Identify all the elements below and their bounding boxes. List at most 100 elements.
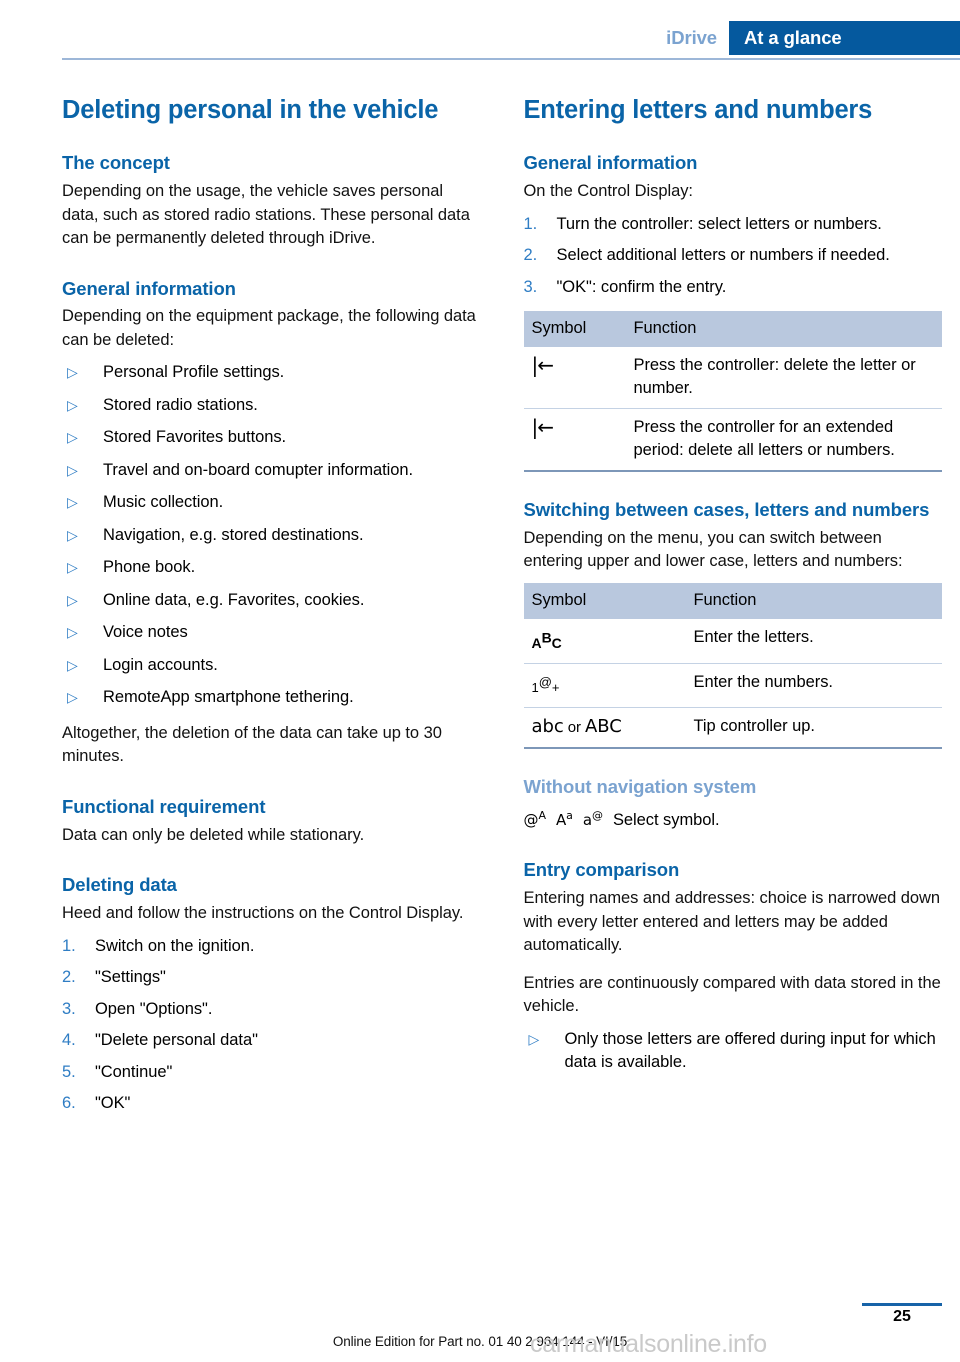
paragraph-entry-2: Entries are continuously compared with d… [523, 973, 941, 1016]
step-label: Open "Options". [95, 999, 213, 1018]
triangle-bullet-icon: ▷ [67, 429, 78, 446]
triangle-bullet-icon: ▷ [67, 461, 78, 478]
list-item: 5. "Continue" [62, 1061, 481, 1085]
paragraph-deleting: Heed and follow the instructions on the … [62, 904, 464, 923]
step-number: 2. [523, 246, 538, 265]
table-header-row: Symbol Function [523, 311, 942, 348]
list-item-label: Phone book. [103, 558, 196, 577]
triangle-bullet-icon: ▷ [67, 396, 78, 413]
step-number: 3. [523, 277, 538, 296]
table-row: |← Press the controller for an extended … [523, 408, 942, 473]
online-edition-notice: Online Edition for Part no. 01 40 2 964 … [332, 1334, 628, 1349]
column-header-function: Function [685, 582, 942, 619]
triangle-bullet-icon: ▷ [67, 689, 78, 706]
list-item-label: RemoteApp smartphone tethering. [103, 688, 354, 707]
left-page-title: Deleting personal in the vehicle [62, 96, 439, 124]
delete-symbols-table: Symbol Function |← Press the controller:… [523, 311, 942, 473]
case-toggle-icon: abc or ABC [523, 707, 686, 749]
step-label: "Continue" [95, 1062, 173, 1081]
or-separator: or [567, 718, 581, 736]
list-item: 2. Select additional letters or numbers i… [524, 244, 943, 268]
at-uppercase-icon: @A [523, 808, 546, 829]
step-number: 1. [523, 214, 538, 233]
table-header-row: Symbol Function [523, 582, 942, 619]
entering-steps-list: 1. Turn the controller: select letters or… [524, 213, 943, 300]
step-label: Switch on the ignition. [95, 936, 255, 955]
table-row: |← Press the controller: delete the lett… [523, 347, 942, 410]
list-item: 1. Switch on the ignition. [62, 935, 481, 959]
triangle-bullet-icon: ▷ [67, 364, 78, 381]
heading-switching-cases: Switching between cases, letters and num… [523, 499, 930, 521]
step-label: "Delete personal data" [95, 1031, 258, 1050]
heading-general-information-left: General information [62, 277, 236, 299]
step-label: "OK": confirm the entry. [556, 277, 727, 296]
triangle-bullet-icon: ▷ [67, 624, 78, 641]
list-item-label: Login accounts. [103, 655, 218, 674]
right-page-title: Entering letters and numbers [523, 96, 873, 124]
paragraph-concept: Depending on the usage, the vehicle save… [62, 182, 470, 248]
step-label: "OK" [95, 1094, 131, 1113]
table-row: ABC Enter the letters. [523, 618, 942, 664]
triangle-bullet-icon: ▷ [67, 526, 78, 543]
list-item: 6. "OK" [62, 1092, 481, 1116]
list-item: ▷ Travel and on-board comupter informatio… [62, 459, 481, 483]
list-item: ▷ Phone book. [62, 556, 481, 580]
list-item: ▷ Music collection. [62, 491, 481, 515]
heading-deleting-data: Deleting data [62, 874, 177, 896]
uppercase-lowercase-icon: Aa [555, 808, 573, 829]
heading-general-information-right: General information [523, 152, 698, 174]
list-item: ▷ Login accounts. [62, 654, 481, 678]
column-header-function: Function [625, 311, 942, 348]
backspace-icon: |← [523, 408, 626, 473]
case-symbols-table: Symbol Function ABC Enter the letters. 1… [523, 582, 942, 749]
list-item: 2. "Settings" [62, 966, 481, 990]
triangle-bullet-icon: ▷ [528, 1030, 540, 1047]
list-item-label: Travel and on-board comupter information… [103, 460, 414, 479]
list-item: ▷ Personal Profile settings. [62, 361, 481, 385]
heading-without-navigation: Without navigation system [523, 775, 757, 797]
lowercase-at-icon: a@ [582, 808, 603, 829]
step-label: Turn the controller: select letters or n… [556, 214, 882, 233]
backspace-glyph: |← [531, 415, 554, 440]
table-row: abc or ABC Tip controller up. [523, 707, 942, 749]
step-label: Select additional letters or numbers if … [556, 246, 890, 265]
list-item: 4. "Delete personal data" [62, 1029, 481, 1053]
paragraph-general-left: Depending on the equipment package, the … [62, 307, 476, 349]
list-item-label: Voice notes [103, 623, 188, 642]
triangle-bullet-icon: ▷ [67, 494, 78, 511]
numbers-symbols-glyph: 1@+ [531, 674, 560, 695]
triangle-bullet-icon: ▷ [67, 656, 78, 673]
table-cell-function: Enter the numbers. [685, 663, 942, 708]
list-item: ▷ Online data, e.g. Favorites, cookies. [62, 589, 481, 613]
entry-comparison-list: ▷ Only those letters are offered during i… [524, 1028, 943, 1075]
list-item: ▷ Navigation, e.g. stored destinations. [62, 524, 481, 548]
triangle-bullet-icon: ▷ [67, 559, 78, 576]
without-nav-symbol-row: @A Aa a@ Select symbol. [524, 804, 943, 833]
list-item-label: Stored radio stations. [103, 395, 258, 414]
without-nav-label: Select symbol. [612, 810, 720, 829]
list-item-label: Music collection. [103, 493, 224, 512]
paragraph-switching: Depending on the menu, you can switch be… [523, 528, 903, 571]
table-cell-function: Press the controller for an extended per… [625, 408, 942, 473]
page-number: 25 [893, 1308, 911, 1325]
step-label: "Settings" [95, 968, 166, 987]
table-row: 1@+ Enter the numbers. [523, 663, 942, 708]
list-item: 1. Turn the controller: select letters or… [524, 213, 943, 237]
page-body: Deleting personal in the vehicle The con… [62, 95, 942, 1128]
heading-functional-requirement: Functional requirement [62, 795, 266, 817]
paragraph-general-right: On the Control Display: [523, 182, 693, 201]
list-item-label: Navigation, e.g. stored destinations. [103, 525, 364, 544]
list-item-label: Stored Favorites buttons. [103, 428, 287, 447]
list-item: 3. "OK": confirm the entry. [524, 276, 943, 300]
list-item: ▷ Stored radio stations. [62, 394, 481, 418]
step-number: 2. [62, 968, 76, 987]
deleting-steps-list: 1. Switch on the ignition. 2. "Settings" 3… [62, 935, 481, 1116]
list-item: ▷ Voice notes [62, 621, 481, 645]
lowercase-abc-glyph: abc [531, 715, 564, 737]
list-item: ▷ Only those letters are offered during i… [524, 1028, 943, 1075]
list-item-label: Only those letters are offered during in… [564, 1029, 936, 1072]
uppercase-abc-glyph: ABC [531, 628, 562, 651]
step-number: 1. [62, 936, 76, 955]
numbers-symbols-icon: 1@+ [523, 663, 686, 708]
table-cell-function: Tip controller up. [685, 707, 942, 749]
